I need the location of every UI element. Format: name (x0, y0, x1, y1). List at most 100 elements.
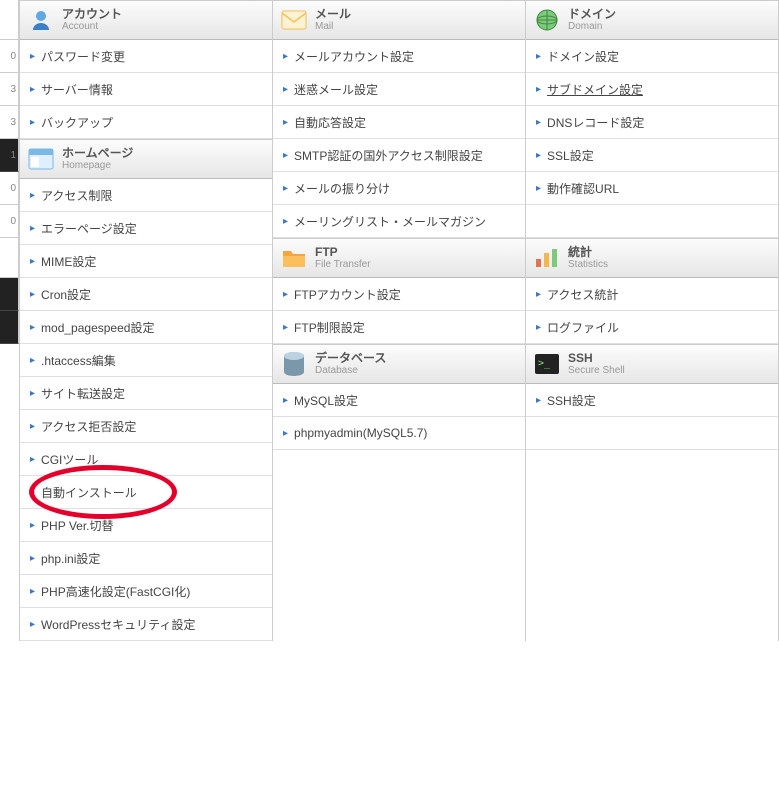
section-title-en: Domain (568, 21, 616, 32)
arrow-icon: ▸ (283, 395, 288, 406)
menu-item-label: アクセス統計 (547, 286, 618, 303)
menu-item-homepage-12[interactable]: ▸PHP高速化設定(FastCGI化) (20, 575, 272, 608)
arrow-icon: ▸ (536, 150, 541, 161)
menu-item-mail-5[interactable]: ▸メーリングリスト・メールマガジン (273, 205, 525, 238)
menu-item-mail-0[interactable]: ▸メールアカウント設定 (273, 40, 525, 73)
arrow-icon: ▸ (536, 322, 541, 333)
section-head-account: アカウントAccount (20, 0, 272, 40)
menu-item-mail-2[interactable]: ▸自動応答設定 (273, 106, 525, 139)
menu-item-label: サブドメイン設定 (547, 81, 643, 98)
section-labels: 統計Statistics (568, 246, 608, 270)
menu-item-blank (526, 205, 778, 238)
section-title-jp: データベース (315, 352, 386, 365)
menu-item-label: php.ini設定 (41, 550, 100, 567)
database-icon (281, 351, 307, 377)
left-strip-cell (0, 311, 19, 344)
menu-item-homepage-10[interactable]: ▸PHP Ver.切替 (20, 509, 272, 542)
menu-item-domain-2[interactable]: ▸DNSレコード設定 (526, 106, 778, 139)
menu-item-label: PHP Ver.切替 (41, 517, 113, 534)
menu-item-stats-0[interactable]: ▸ アクセス統計 (526, 278, 778, 311)
section-title-en: File Transfer (315, 259, 371, 270)
menu-item-homepage-6[interactable]: ▸サイト転送設定 (20, 377, 272, 410)
menu-item-label: WordPressセキュリティ設定 (41, 616, 195, 633)
menu-item-homepage-4[interactable]: ▸mod_pagespeed設定 (20, 311, 272, 344)
menu-item-label: サイト転送設定 (41, 385, 125, 402)
arrow-icon: ▸ (283, 183, 288, 194)
menu-item-label: エラーページ設定 (41, 220, 137, 237)
menu-item-label: PHP高速化設定(FastCGI化) (41, 583, 190, 600)
arrow-icon: ▸ (30, 223, 35, 234)
menu-item-label: アクセス制限 (41, 187, 112, 204)
section-labels: ドメインDomain (568, 8, 616, 32)
menu-item-account-0[interactable]: ▸パスワード変更 (20, 40, 272, 73)
menu-item-homepage-0[interactable]: ▸アクセス制限 (20, 179, 272, 212)
menu-item-homepage-13[interactable]: ▸WordPressセキュリティ設定 (20, 608, 272, 641)
menu-item-label: CGIツール (41, 451, 98, 468)
arrow-icon: ▸ (536, 395, 541, 406)
menu-item-ssh-0[interactable]: ▸SSH設定 (526, 384, 778, 417)
ftp-icon (281, 245, 307, 271)
menu-item-label: DNSレコード設定 (547, 114, 644, 131)
column-0: アカウントAccount▸パスワード変更▸サーバー情報▸バックアップホームページ… (19, 0, 273, 641)
menu-item-label: メールの振り分け (294, 180, 390, 197)
arrow-icon: ▸ (283, 51, 288, 62)
column-1: メールMail▸メールアカウント設定▸迷惑メール設定▸自動応答設定▸SMTP認証… (273, 0, 526, 641)
section-head-ssh: >_SSHSecure Shell (526, 344, 778, 384)
menu-item-homepage-9[interactable]: ▸自動インストール (20, 476, 272, 509)
menu-item-homepage-2[interactable]: ▸MIME設定 (20, 245, 272, 278)
left-strip-cell: 0 (0, 205, 19, 238)
section-title-en: Homepage (62, 160, 133, 171)
menu-item-mail-3[interactable]: ▸SMTP認証の国外アクセス制限設定 (273, 139, 525, 172)
menu-item-homepage-5[interactable]: ▸.htaccess編集 (20, 344, 272, 377)
arrow-icon: ▸ (283, 150, 288, 161)
menu-item-label: mod_pagespeed設定 (41, 319, 154, 336)
mail-icon (281, 7, 307, 33)
menu-item-domain-1[interactable]: ▸サブドメイン設定 (526, 73, 778, 106)
section-labels: データベースDatabase (315, 352, 386, 376)
menu-item-ftp-1[interactable]: ▸FTP制限設定 (273, 311, 525, 344)
menu-item-ftp-0[interactable]: ▸FTPアカウント設定 (273, 278, 525, 311)
menu-item-label: パスワード変更 (41, 48, 125, 65)
menu-item-label: phpmyadmin(MySQL5.7) (294, 426, 427, 440)
menu-item-domain-4[interactable]: ▸ 動作確認URL (526, 172, 778, 205)
section-head-domain: ドメインDomain (526, 0, 778, 40)
section-head-database: データベースDatabase (273, 344, 525, 384)
menu-item-database-0[interactable]: ▸MySQL設定 (273, 384, 525, 417)
section-head-homepage: ホームページHomepage (20, 139, 272, 179)
arrow-icon: ▸ (283, 289, 288, 300)
section-labels: FTPFile Transfer (315, 246, 371, 270)
arrow-icon: ▸ (283, 117, 288, 128)
menu-item-domain-3[interactable]: ▸SSL設定 (526, 139, 778, 172)
arrow-icon: ▸ (30, 84, 35, 95)
svg-text:>_: >_ (538, 358, 551, 369)
menu-item-stats-1[interactable]: ▸ログファイル (526, 311, 778, 344)
arrow-icon: ▸ (30, 454, 35, 465)
menu-item-label: バックアップ (41, 114, 113, 131)
arrow-icon: ▸ (536, 183, 541, 194)
menu-item-homepage-8[interactable]: ▸ CGIツール (20, 443, 272, 476)
menu-item-domain-0[interactable]: ▸ドメイン設定 (526, 40, 778, 73)
left-strip-cell (0, 0, 19, 40)
menu-item-database-1[interactable]: ▸phpmyadmin(MySQL5.7) (273, 417, 525, 450)
menu-item-label: 動作確認URL (547, 180, 619, 197)
menu-item-homepage-1[interactable]: ▸ エラーページ設定 (20, 212, 272, 245)
menu-item-account-1[interactable]: ▸サーバー情報 (20, 73, 272, 106)
menu-item-homepage-3[interactable]: ▸Cron設定 (20, 278, 272, 311)
left-strip-cell: 0 (0, 40, 19, 73)
menu-item-mail-4[interactable]: ▸ メールの振り分け (273, 172, 525, 205)
menu-item-label: .htaccess編集 (41, 352, 116, 369)
section-title-jp: SSH (568, 352, 625, 365)
section-title-jp: FTP (315, 246, 371, 259)
arrow-icon: ▸ (30, 117, 35, 128)
menu-item-mail-1[interactable]: ▸迷惑メール設定 (273, 73, 525, 106)
menu-item-account-2[interactable]: ▸ バックアップ (20, 106, 272, 139)
menu-item-label: Cron設定 (41, 286, 91, 303)
menu-item-label: MIME設定 (41, 253, 96, 270)
arrow-icon: ▸ (536, 289, 541, 300)
arrow-icon: ▸ (30, 487, 35, 498)
menu-item-label: ドメイン設定 (547, 48, 619, 65)
homepage-icon (28, 146, 54, 172)
menu-item-homepage-11[interactable]: ▸php.ini設定 (20, 542, 272, 575)
left-strip-cell: 3 (0, 73, 19, 106)
menu-item-homepage-7[interactable]: ▸アクセス拒否設定 (20, 410, 272, 443)
